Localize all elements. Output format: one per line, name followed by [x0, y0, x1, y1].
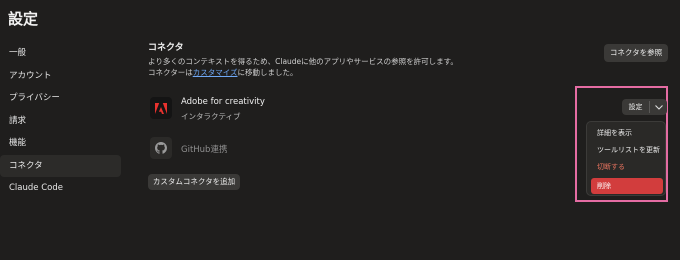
chevron-down-icon[interactable] [650, 104, 667, 110]
settings-split-button[interactable]: 設定 [622, 99, 667, 115]
description-suffix: に移動しました。 [237, 68, 298, 77]
menu-item-delete[interactable]: 削除 [591, 178, 663, 194]
add-custom-connector-button[interactable]: カスタムコネクタを追加 [148, 174, 240, 190]
settings-button-label[interactable]: 設定 [622, 102, 649, 112]
sidebar-item-claude-code[interactable]: Claude Code [0, 177, 121, 199]
github-connector-name: GitHub連携 [181, 145, 228, 155]
browse-connectors-button[interactable]: コネクタを参照 [604, 44, 668, 62]
adobe-connector-subtitle: インタラクティブ [181, 112, 241, 121]
sidebar: 一般 アカウント プライバシー 請求 機能 コネクタ Claude Code [0, 42, 126, 200]
sidebar-item-features[interactable]: 機能 [0, 132, 121, 154]
connector-dropdown-menu: 詳細を表示 ツールリストを更新 切断する 削除 [586, 121, 666, 196]
adobe-connector-name: Adobe for creativity [181, 97, 265, 107]
menu-item-refresh-tools[interactable]: ツールリストを更新 [591, 142, 663, 158]
sidebar-item-privacy[interactable]: プライバシー [0, 87, 121, 109]
menu-item-view-details[interactable]: 詳細を表示 [591, 125, 663, 141]
sidebar-item-account[interactable]: アカウント [0, 65, 121, 87]
connectors-section: コネクタ より多くのコンテキストを得るため、Claudeに他のアプリやサービスの… [148, 40, 668, 78]
page-title: 設定 [8, 10, 39, 28]
sidebar-item-billing[interactable]: 請求 [0, 110, 121, 132]
github-icon [150, 137, 172, 159]
description-line-2: コネクターはカスタマイズに移動しました。 [148, 67, 668, 78]
section-description: より多くのコンテキストを得るため、Claudeに他のアプリやサービスの参照を許可… [148, 56, 668, 78]
adobe-icon [150, 97, 172, 119]
customize-link[interactable]: カスタマイズ [193, 68, 238, 77]
menu-item-disconnect[interactable]: 切断する [591, 159, 663, 175]
section-title: コネクタ [148, 43, 184, 53]
description-prefix: コネクターは [148, 68, 193, 77]
sidebar-item-general[interactable]: 一般 [0, 42, 121, 64]
description-line-1: より多くのコンテキストを得るため、Claudeに他のアプリやサービスの参照を許可… [148, 57, 458, 66]
sidebar-item-connectors[interactable]: コネクタ [0, 154, 121, 177]
